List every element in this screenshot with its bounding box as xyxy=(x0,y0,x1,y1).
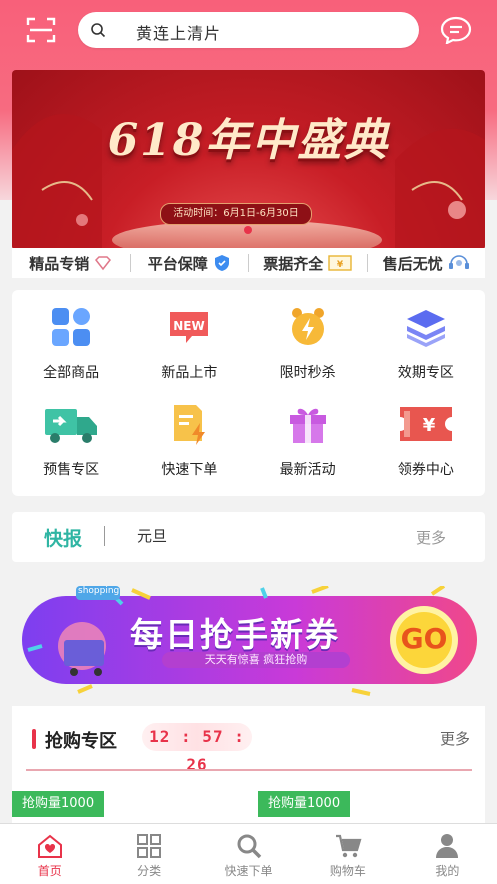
search-icon xyxy=(91,23,106,38)
category-all-products[interactable]: 全部商品 xyxy=(12,290,130,387)
tab-home[interactable]: 首页 xyxy=(0,824,99,884)
news-heading: 快报 xyxy=(44,528,83,550)
tab-quick-order[interactable]: 快速下单 xyxy=(199,824,298,884)
category-label: 新品上市 xyxy=(161,365,218,381)
section-accent-bar xyxy=(32,729,36,749)
feature-label: 平台保障 xyxy=(147,254,208,273)
banner-title: 618年中盛典 xyxy=(107,115,390,166)
purchase-count-tag: 抢购量1000 xyxy=(12,791,105,817)
flash-sale-title: 抢购专区 xyxy=(45,731,117,752)
category-card: 全部商品 NEW 新品上市 限时秒杀 效期专区 预售专区 快速下单 最新活动 ¥… xyxy=(12,290,485,496)
banner-date: 活动时间：6月1日-6月30日 xyxy=(160,203,312,225)
promo-banner[interactable]: 618年中盛典 活动时间：6月1日-6月30日 xyxy=(12,70,485,250)
shield-icon xyxy=(214,255,229,271)
home-icon xyxy=(37,834,62,858)
flash-sale-section: 抢购专区 12 : 57 : 26 更多 抢购量1000 抢购量1000 xyxy=(12,706,485,826)
category-flash-sale[interactable]: 限时秒杀 xyxy=(249,290,367,387)
feature-label: 票据齐全 xyxy=(263,254,324,273)
truck-icon xyxy=(45,409,98,443)
cart-icon xyxy=(335,834,362,858)
category-label: 效期专区 xyxy=(397,365,454,381)
category-label: 预售专区 xyxy=(43,462,100,478)
tab-cart[interactable]: 购物车 xyxy=(298,824,397,884)
category-new-arrivals[interactable]: NEW 新品上市 xyxy=(130,290,248,387)
category-label: 领券中心 xyxy=(397,462,454,478)
svg-text:¥: ¥ xyxy=(423,415,436,436)
tab-label: 我的 xyxy=(435,864,460,878)
purchase-count-tag: 抢购量1000 xyxy=(258,791,351,817)
feature-label: 售后无忧 xyxy=(382,254,443,273)
carousel-indicator xyxy=(244,226,252,234)
countdown-timer: 12 : 57 : 26 xyxy=(142,723,252,774)
section-divider xyxy=(26,769,472,771)
receipt-icon: ¥ xyxy=(328,255,352,271)
news-divider xyxy=(104,526,105,546)
category-icon xyxy=(137,834,162,858)
category-label: 快速下单 xyxy=(161,462,218,478)
news-text: 元旦 xyxy=(137,527,168,545)
gift-icon xyxy=(289,408,326,443)
search-bar[interactable]: 黄连上清片 xyxy=(78,12,419,48)
tab-profile[interactable]: 我的 xyxy=(398,824,497,884)
feature-item: 精品专销 xyxy=(12,254,130,273)
svg-text:¥: ¥ xyxy=(337,260,344,270)
category-presale-zone[interactable]: 预售专区 xyxy=(12,387,130,484)
promo-badge: shopping xyxy=(78,586,120,596)
coupon-promo-banner[interactable]: shopping 每日抢手新券 天天有惊喜 疯狂抢购 GO xyxy=(12,584,485,698)
feature-label: 精品专销 xyxy=(29,254,90,273)
svg-text:NEW: NEW xyxy=(174,319,205,333)
alarm-clock-icon xyxy=(291,308,324,345)
tab-label: 购物车 xyxy=(329,864,366,878)
user-icon xyxy=(436,834,459,858)
tab-label: 首页 xyxy=(37,864,62,878)
flash-sale-more-link[interactable]: 更多 xyxy=(440,728,470,749)
promo-go-button[interactable]: GO xyxy=(392,622,456,655)
feature-item: 售后无忧 xyxy=(366,254,486,273)
category-quick-order[interactable]: 快速下单 xyxy=(130,387,248,484)
news-more-link[interactable]: 更多 xyxy=(416,527,446,548)
coupon-icon: ¥ xyxy=(399,407,452,441)
bottom-tab-bar: 首页 分类 快速下单 购物车 我的 xyxy=(0,823,497,884)
category-coupon-center[interactable]: ¥ 领券中心 xyxy=(367,387,485,484)
category-label: 全部商品 xyxy=(43,365,100,381)
grid-icon xyxy=(52,308,91,346)
category-label: 限时秒杀 xyxy=(279,365,336,381)
scan-icon[interactable] xyxy=(26,16,56,44)
search-icon xyxy=(237,834,261,859)
layers-icon xyxy=(406,310,445,347)
feature-item: 票据齐全 ¥ xyxy=(248,254,367,273)
headset-icon xyxy=(448,255,469,269)
promo-subtitle: 天天有惊喜 疯狂抢购 xyxy=(204,653,308,666)
message-icon[interactable] xyxy=(440,16,472,44)
diamond-icon xyxy=(95,256,112,271)
tab-label: 分类 xyxy=(137,864,162,878)
promo-title: 每日抢手新券 xyxy=(130,615,340,654)
news-ticker[interactable]: 快报 元旦 更多 xyxy=(12,512,485,562)
category-expiry-zone[interactable]: 效期专区 xyxy=(367,290,485,387)
new-badge-icon: NEW xyxy=(170,312,209,343)
search-placeholder: 黄连上清片 xyxy=(136,24,222,43)
tab-label: 快速下单 xyxy=(224,864,273,878)
category-latest-events[interactable]: 最新活动 xyxy=(249,387,367,484)
tab-category[interactable]: 分类 xyxy=(99,824,198,884)
quick-order-icon xyxy=(174,405,206,445)
category-label: 最新活动 xyxy=(279,462,336,478)
feature-strip: 精品专销 平台保障 票据齐全 ¥ 售后无忧 xyxy=(12,248,485,278)
feature-item: 平台保障 xyxy=(129,254,249,273)
